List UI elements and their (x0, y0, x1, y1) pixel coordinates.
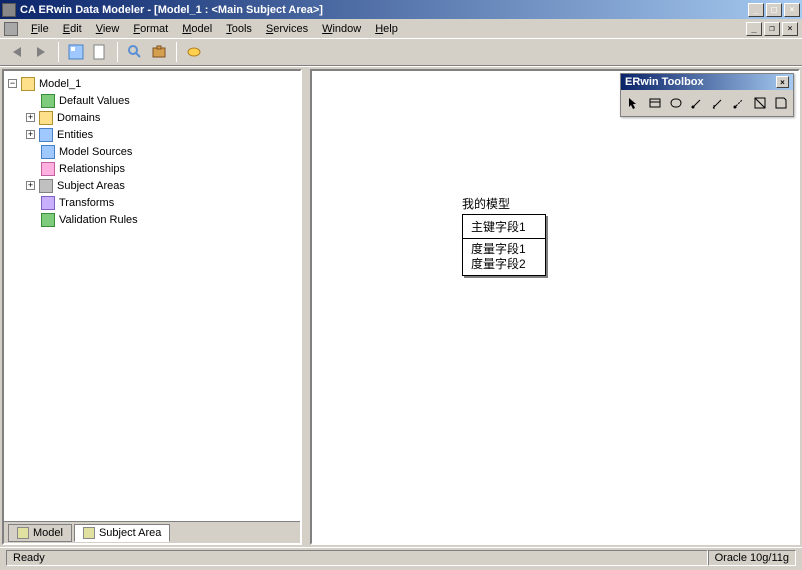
menu-model[interactable]: Model (175, 21, 219, 37)
tree-node-icon (41, 196, 55, 210)
maximize-button[interactable]: □ (766, 3, 782, 17)
nav-back-button[interactable] (6, 41, 28, 63)
tool-zoom-fit[interactable] (124, 41, 146, 63)
separator (176, 42, 177, 62)
view-tool-icon[interactable] (666, 93, 685, 113)
tab-subject-area[interactable]: Subject Area (74, 524, 170, 542)
tree-item-label: Model Sources (59, 146, 132, 158)
title-bar: CA ERwin Data Modeler - [Model_1 : <Main… (0, 0, 802, 19)
menu-bar: FileEditViewFormatModelToolsServicesWind… (0, 19, 802, 38)
main-area: − Model_1 Default Values + Domains + Entitie… (0, 66, 802, 547)
tree-item-domains[interactable]: + Domains (8, 109, 296, 126)
pointer-tool-icon[interactable] (624, 93, 643, 113)
expand-icon[interactable]: + (26, 113, 35, 122)
mdi-restore-button[interactable]: ❐ (764, 22, 780, 36)
menu-tools[interactable]: Tools (219, 21, 259, 37)
close-button[interactable]: × (784, 3, 800, 17)
toolbox-close-button[interactable]: × (776, 76, 789, 88)
menu-window[interactable]: Window (315, 21, 368, 37)
tree-item-relationships[interactable]: Relationships (8, 160, 296, 177)
expand-icon[interactable]: + (26, 181, 35, 190)
app-icon (2, 3, 16, 17)
tool-toolbox[interactable] (148, 41, 170, 63)
tree-node-icon (41, 145, 55, 159)
tab-model[interactable]: Model (8, 524, 72, 542)
identifying-rel-tool-icon[interactable] (708, 93, 727, 113)
separator (117, 42, 118, 62)
tree-item-label: Default Values (59, 95, 130, 107)
entity-tool-icon[interactable] (645, 93, 664, 113)
many-rel-tool-icon[interactable] (729, 93, 748, 113)
collapse-icon[interactable]: − (8, 79, 17, 88)
tree-item-subject-areas[interactable]: + Subject Areas (8, 177, 296, 194)
toolbar (0, 38, 802, 66)
status-db-target: Oracle 10g/11g (708, 550, 796, 566)
diagram-canvas[interactable]: ERwin Toolbox × 我的模型 主键字段1 度量字段1度量字段2 (310, 69, 800, 545)
toolbox-body (621, 90, 793, 116)
tree-item-label: Validation Rules (59, 214, 138, 226)
tree-item-validation-rules[interactable]: Validation Rules (8, 211, 296, 228)
menu-format[interactable]: Format (126, 21, 175, 37)
tree-item-label: Subject Areas (57, 180, 125, 192)
relationship-tool-icon[interactable] (687, 93, 706, 113)
tab-model-label: Model (33, 527, 63, 539)
tab-subject-area-label: Subject Area (99, 527, 161, 539)
menu-edit[interactable]: Edit (56, 21, 89, 37)
entity-attr-field[interactable]: 度量字段1 (471, 242, 537, 257)
tree-item-label: Domains (57, 112, 100, 124)
separator (58, 42, 59, 62)
tree-node-icon (41, 162, 55, 176)
entity-name: 我的模型 (462, 195, 546, 212)
explorer-tabs: Model Subject Area (4, 521, 300, 543)
window-title: CA ERwin Data Modeler - [Model_1 : <Main… (20, 4, 748, 16)
tool-model-explorer[interactable] (65, 41, 87, 63)
nav-forward-button[interactable] (30, 41, 52, 63)
tree-node-icon (41, 213, 55, 227)
toolbox-titlebar[interactable]: ERwin Toolbox × (621, 74, 793, 90)
tree-item-label: Transforms (59, 197, 114, 209)
mdi-minimize-button[interactable]: _ (746, 22, 762, 36)
erwin-toolbox[interactable]: ERwin Toolbox × (620, 73, 794, 117)
entity-box[interactable]: 主键字段1 度量字段1度量字段2 (462, 214, 546, 276)
grid-icon (83, 527, 95, 539)
tree-root[interactable]: − Model_1 (8, 75, 296, 92)
status-message: Ready (6, 550, 708, 566)
status-bar: Ready Oracle 10g/11g (0, 547, 802, 567)
tool-print[interactable] (183, 41, 205, 63)
tree-node-icon (39, 111, 53, 125)
tree-node-icon (41, 94, 55, 108)
entity-diagram[interactable]: 我的模型 主键字段1 度量字段1度量字段2 (462, 195, 546, 276)
entity-attr-field[interactable]: 度量字段2 (471, 257, 537, 272)
tree-item-label: Relationships (59, 163, 125, 175)
menu-file[interactable]: File (24, 21, 56, 37)
menu-services[interactable]: Services (259, 21, 315, 37)
tree-node-icon (39, 128, 53, 142)
tree-item-transforms[interactable]: Transforms (8, 194, 296, 211)
minimize-button[interactable]: _ (748, 3, 764, 17)
mdi-close-button[interactable]: × (782, 22, 798, 36)
tree-root-label: Model_1 (39, 78, 81, 90)
entity-pk-field[interactable]: 主键字段1 (463, 215, 545, 239)
tree-view[interactable]: − Model_1 Default Values + Domains + Entitie… (4, 71, 300, 521)
tree-node-icon (39, 179, 53, 193)
expand-icon[interactable]: + (26, 130, 35, 139)
subtype-tool-icon[interactable] (750, 93, 769, 113)
model-icon (21, 77, 35, 91)
splitter[interactable] (304, 67, 308, 547)
menu-view[interactable]: View (89, 21, 127, 37)
menu-help[interactable]: Help (368, 21, 405, 37)
tree-item-model-sources[interactable]: Model Sources (8, 143, 296, 160)
tree-item-label: Entities (57, 129, 93, 141)
model-explorer-pane: − Model_1 Default Values + Domains + Entitie… (2, 69, 302, 545)
tree-item-default-values[interactable]: Default Values (8, 92, 296, 109)
tool-diagram[interactable] (89, 41, 111, 63)
toolbox-title-text: ERwin Toolbox (625, 76, 776, 88)
tree-item-entities[interactable]: + Entities (8, 126, 296, 143)
doc-icon (17, 527, 29, 539)
annotation-tool-icon[interactable] (771, 93, 790, 113)
mdi-system-icon[interactable] (4, 22, 18, 36)
